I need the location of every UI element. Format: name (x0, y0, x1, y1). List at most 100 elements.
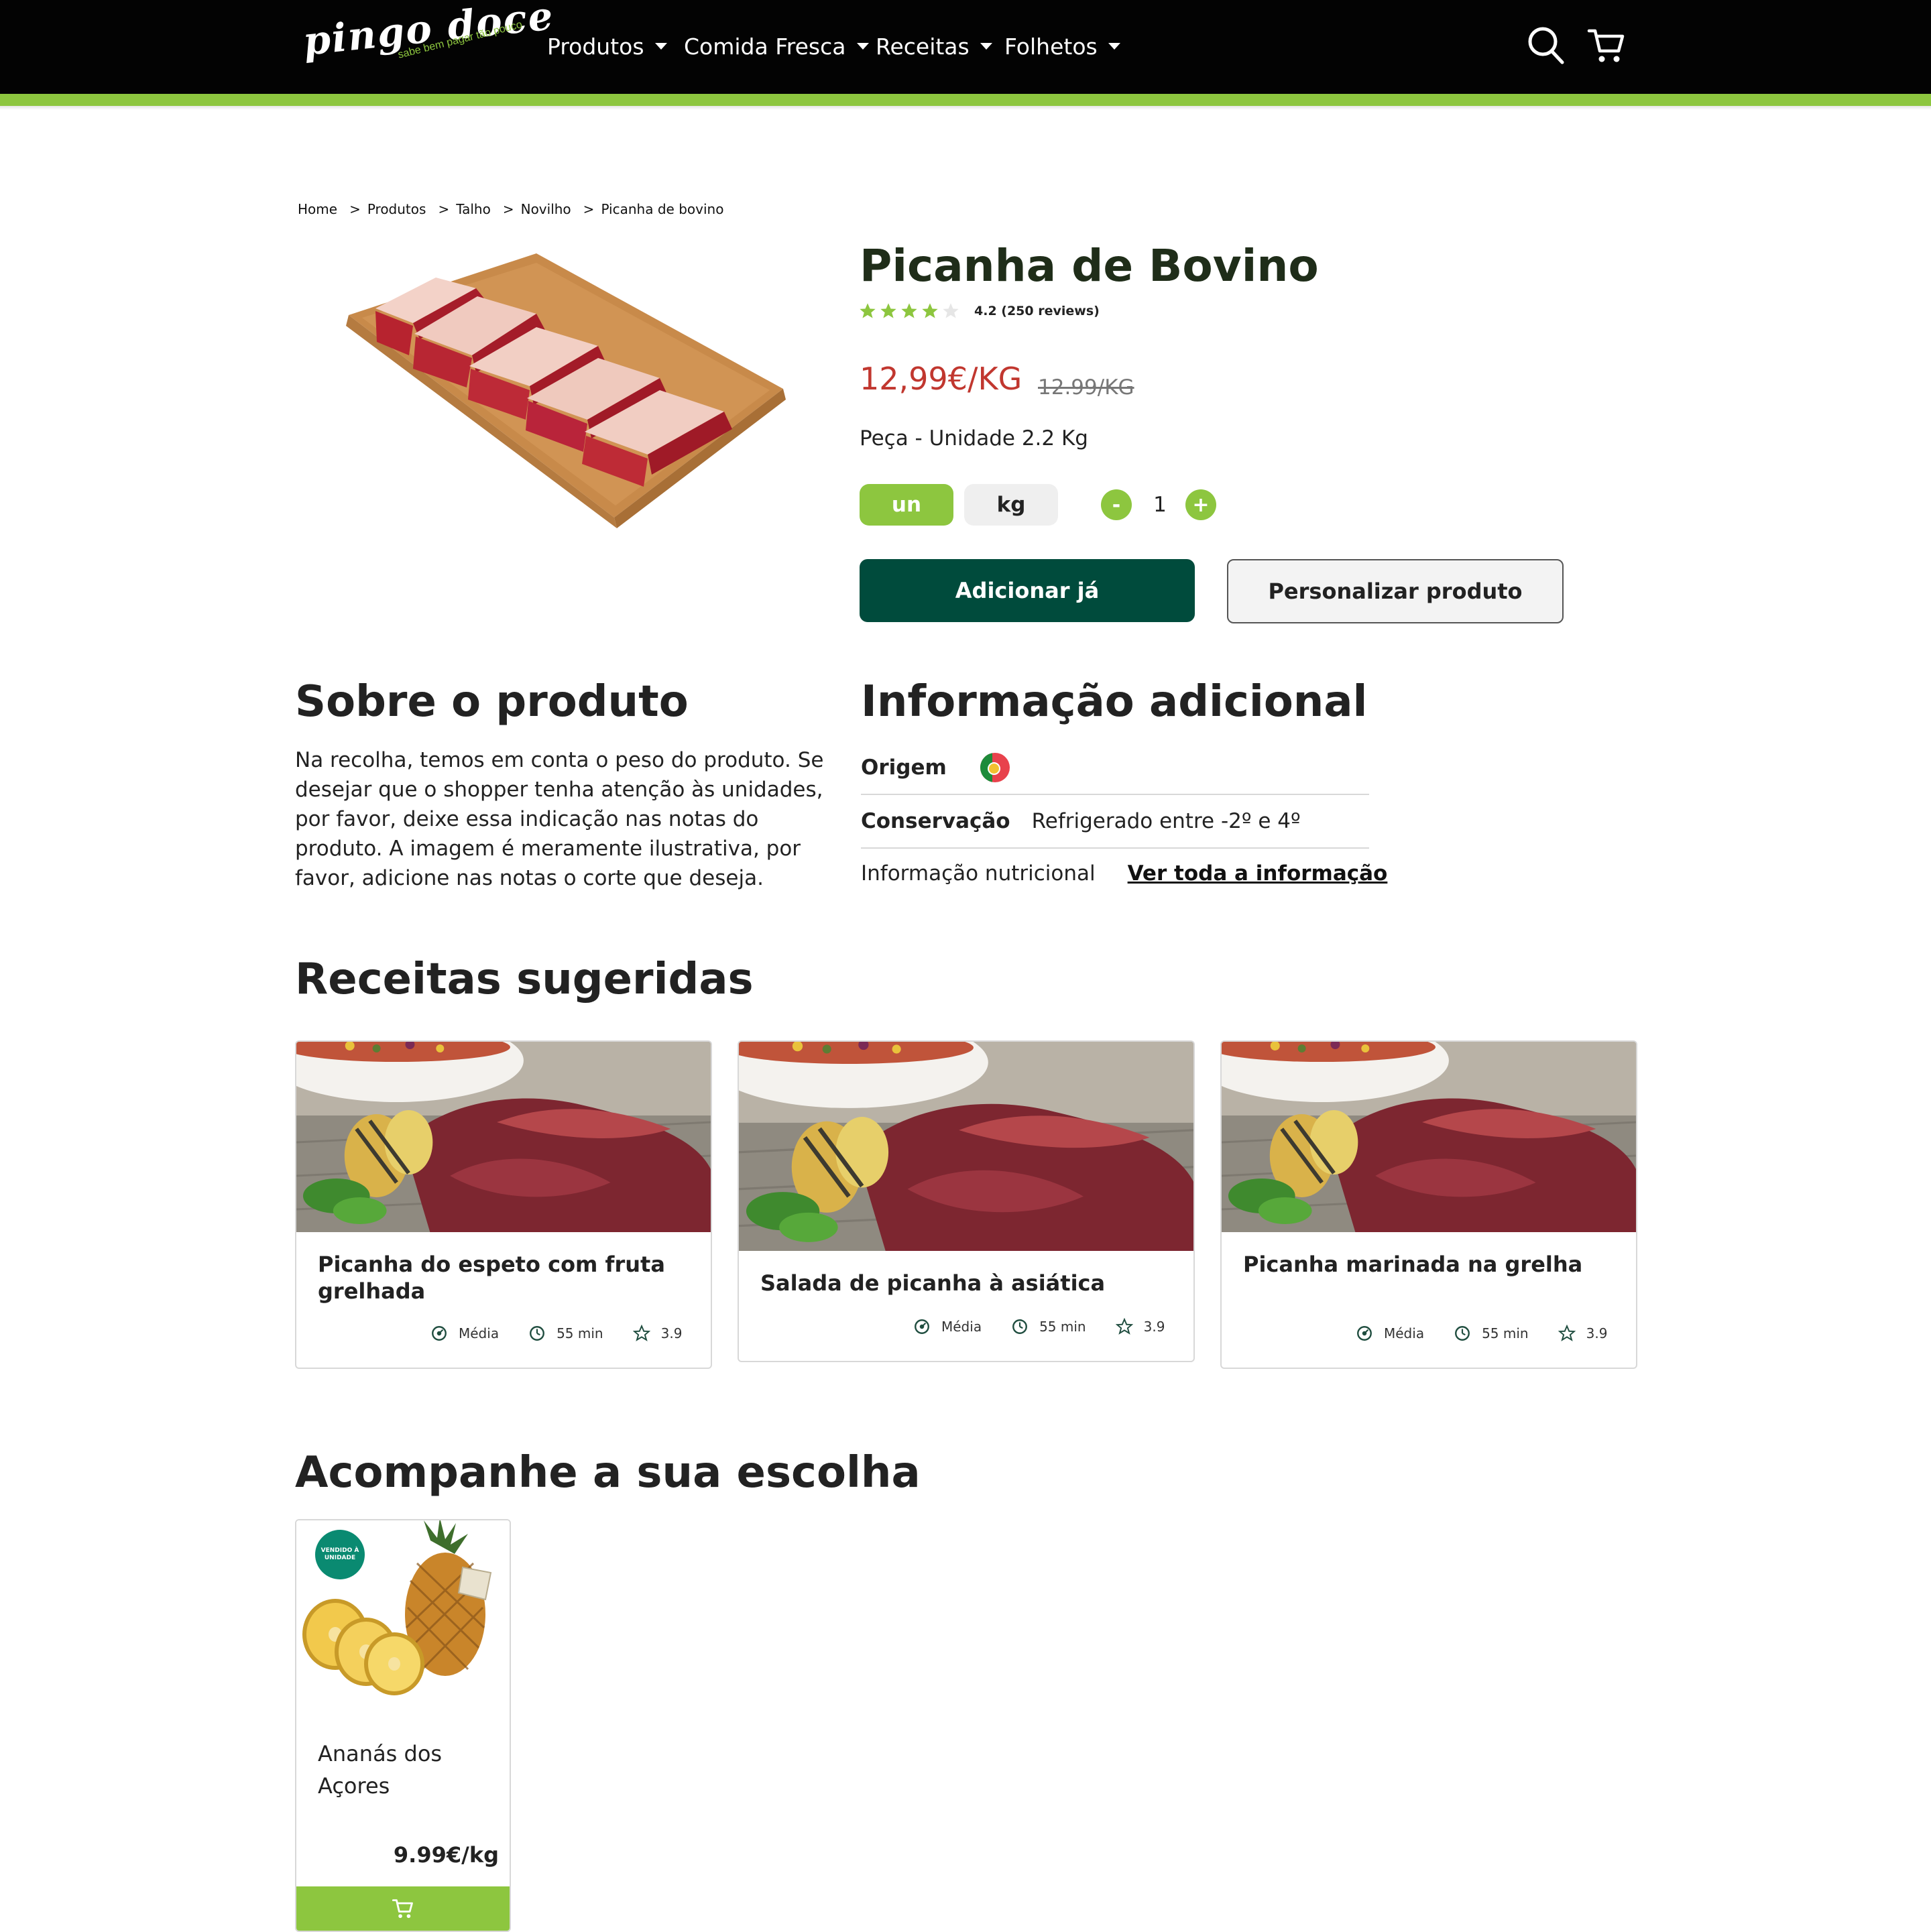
search-icon[interactable] (1526, 24, 1566, 67)
recipe-difficulty: Média (1356, 1325, 1424, 1342)
unit-option-kg[interactable]: kg (964, 484, 1058, 526)
chevron-down-icon (980, 43, 992, 50)
breadcrumb: Home > Produtos > Talho > Novilho > Pica… (298, 201, 723, 217)
cart-icon[interactable] (1586, 24, 1627, 67)
breadcrumb-separator: > (349, 201, 361, 217)
pingo-doce-logo[interactable]: pingo doce sabe bem pagar tão pouco (301, 0, 557, 79)
recipe-rating: 3.9 (632, 1325, 683, 1342)
recipe-image (296, 1042, 711, 1232)
menu-produtos-label: Produtos (547, 33, 644, 60)
recipe-card[interactable]: Picanha do espeto com fruta grelhada Méd… (295, 1040, 712, 1369)
recipe-difficulty: Média (430, 1325, 499, 1342)
recipe-image (739, 1042, 1193, 1251)
product-card-name: Ananás dos Açores (318, 1741, 443, 1799)
nav-accent-bar (0, 94, 1931, 106)
additional-info-heading: Informação adicional (861, 677, 1368, 727)
star-empty-icon (943, 303, 959, 318)
rating-stars: 4.2 (250 reviews) (858, 302, 1100, 320)
difficulty-gauge-icon (1357, 1326, 1372, 1341)
difficulty-gauge-icon (915, 1319, 929, 1334)
top-navbar: pingo doce sabe bem pagar tão pouco Prod… (0, 0, 1931, 94)
breadcrumb-home[interactable]: Home (298, 201, 337, 217)
cart-icon (392, 1899, 413, 1919)
breadcrumb-separator: > (502, 201, 514, 217)
breadcrumb-talho[interactable]: Talho (456, 201, 491, 217)
product-image (346, 253, 786, 528)
decrease-quantity-button[interactable]: - (1101, 489, 1132, 520)
star-filled-icon (860, 303, 876, 318)
add-to-cart-button[interactable] (296, 1886, 510, 1931)
chevron-down-icon (654, 43, 667, 50)
clock-icon (530, 1326, 545, 1341)
clock-icon (1012, 1319, 1028, 1334)
about-heading: Sobre o produto (295, 677, 689, 727)
origin-label: Origem (861, 756, 947, 780)
recipe-title: Salada de picanha à asiática (760, 1270, 1106, 1296)
recipe-rating-value: 3.9 (660, 1325, 683, 1341)
recipe-difficulty: Média (913, 1318, 982, 1335)
product-card[interactable]: VENDIDO À UNIDADE Ananás dos Açores 9.99… (295, 1519, 511, 1932)
recipe-title: Picanha marinada na grelha (1243, 1252, 1583, 1277)
quantity-value: 1 (1153, 493, 1167, 517)
product-card-price: 9.99€/kg (393, 1842, 499, 1868)
nav-shadow (0, 106, 1931, 110)
recipe-meta: Média 55 min 3.9 (430, 1325, 682, 1342)
info-row-nutrition: Informação nutricional Ver toda a inform… (861, 847, 1387, 900)
recipes-heading: Receitas sugeridas (295, 955, 754, 1004)
old-price: 12.99/KG (1038, 375, 1134, 400)
breadcrumb-separator: > (583, 201, 595, 217)
star-outline-icon (632, 1325, 650, 1341)
breadcrumb-separator: > (438, 201, 450, 217)
recipe-time: 55 min (1011, 1318, 1086, 1335)
menu-folhetos[interactable]: Folhetos (1004, 29, 1120, 63)
breadcrumb-novilho[interactable]: Novilho (521, 201, 571, 217)
recipe-title: Picanha do espeto com fruta grelhada (318, 1252, 665, 1304)
star-outline-icon (1115, 1318, 1133, 1335)
recipe-difficulty-value: Média (1384, 1325, 1425, 1341)
recipe-difficulty-value: Média (941, 1319, 982, 1335)
menu-receitas[interactable]: Receitas (876, 29, 992, 63)
star-outline-icon (1558, 1325, 1576, 1341)
recipe-rating-value: 3.9 (1143, 1319, 1165, 1335)
info-row-conservation: Conservação Refrigerado entre -2º e 4º (861, 795, 1369, 849)
menu-receitas-label: Receitas (876, 33, 970, 60)
star-filled-icon (901, 303, 917, 318)
difficulty-gauge-icon (432, 1326, 447, 1341)
recipe-card[interactable]: Picanha marinada na grelha Média 55 min … (1220, 1040, 1637, 1369)
customize-product-button[interactable]: Personalizar produto (1227, 559, 1564, 623)
conservation-value: Refrigerado entre -2º e 4º (1031, 809, 1301, 833)
info-row-origin: Origem (861, 741, 1369, 795)
nutrition-info-link[interactable]: Ver toda a informação (1128, 861, 1388, 886)
recipe-time: 55 min (528, 1325, 603, 1342)
accompany-heading: Acompanhe a sua escolha (295, 1448, 921, 1498)
recipe-time: 55 min (1454, 1325, 1529, 1342)
menu-produtos[interactable]: Produtos (547, 29, 667, 63)
rating-text: 4.2 (250 reviews) (974, 304, 1100, 318)
unit-option-un[interactable]: un (860, 484, 953, 526)
recipe-time-value: 55 min (1039, 1319, 1086, 1335)
recipe-card[interactable]: Salada de picanha à asiática Média 55 mi… (738, 1040, 1195, 1362)
recipe-image (1222, 1042, 1636, 1232)
recipe-time-value: 55 min (557, 1325, 603, 1341)
add-to-cart-button[interactable]: Adicionar já (860, 559, 1195, 622)
recipe-rating: 3.9 (1558, 1325, 1608, 1342)
about-text: Na recolha, temos em conta o peso do pro… (295, 748, 824, 890)
sold-by-unit-badge: VENDIDO À UNIDADE (315, 1530, 365, 1579)
increase-quantity-button[interactable]: + (1185, 489, 1216, 520)
recipe-rating: 3.9 (1115, 1318, 1165, 1335)
unit-description: Peça - Unidade 2.2 Kg (860, 426, 1088, 450)
logo-text: pingo doce (300, 0, 557, 64)
recipe-rating-value: 3.9 (1586, 1325, 1608, 1341)
current-price: 12,99€/KG (860, 361, 1022, 397)
recipe-difficulty-value: Média (459, 1325, 500, 1341)
menu-comida-fresca[interactable]: Comida Fresca (684, 29, 869, 63)
conservation-label: Conservação (861, 809, 1010, 833)
portugal-flag-icon (980, 753, 1010, 782)
recipe-meta: Média 55 min 3.9 (913, 1318, 1165, 1335)
recipe-meta: Média 55 min 3.9 (1356, 1325, 1607, 1342)
recipe-time-value: 55 min (1482, 1325, 1529, 1341)
menu-comida-fresca-label: Comida Fresca (684, 33, 846, 60)
breadcrumb-produtos[interactable]: Produtos (367, 201, 426, 217)
menu-folhetos-label: Folhetos (1004, 33, 1098, 60)
star-filled-icon (880, 303, 896, 318)
